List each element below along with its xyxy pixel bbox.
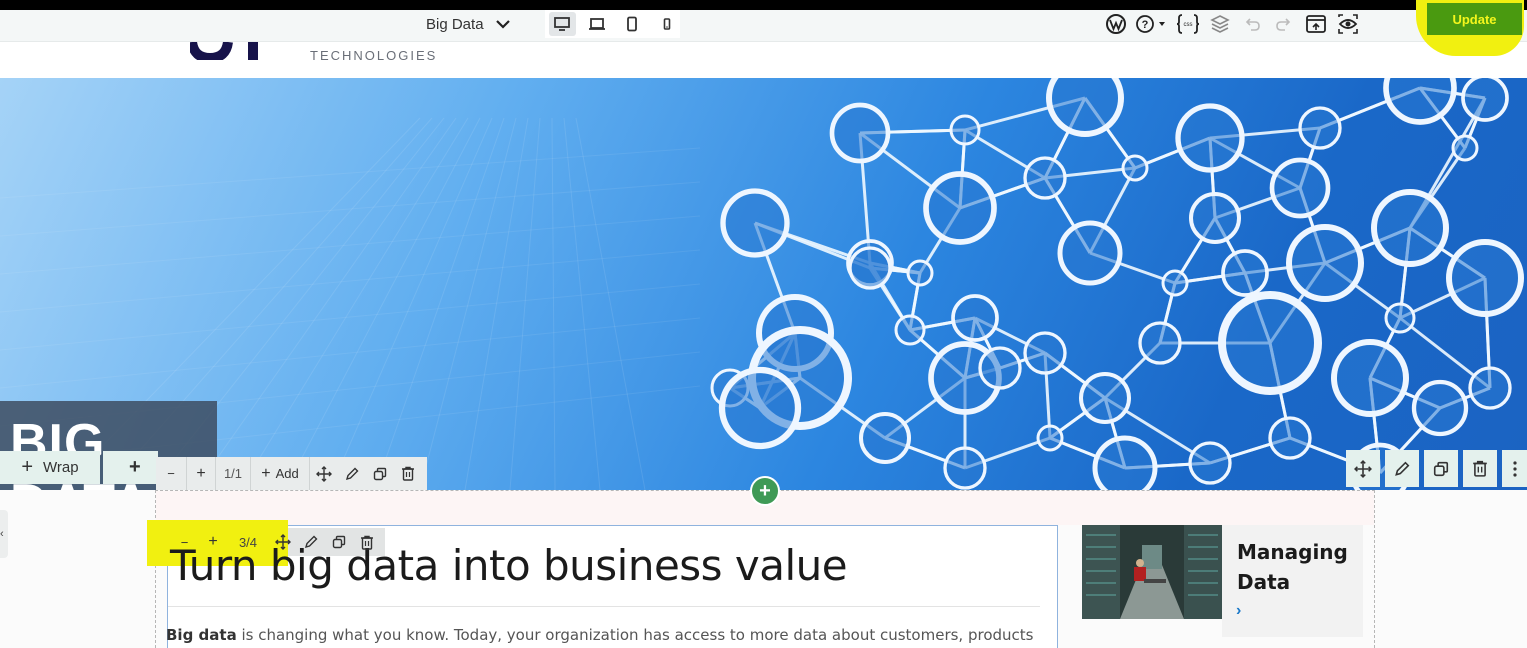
trash-icon[interactable] <box>394 457 422 490</box>
add-section-button[interactable]: + <box>103 451 158 484</box>
section-actions <box>1346 450 1527 487</box>
wrap-button[interactable]: + Wrap <box>0 451 100 484</box>
top-black-strip <box>0 0 1527 10</box>
intro-paragraph: Big data is changing what you know. Toda… <box>166 626 1033 644</box>
column-toolbar: − + 3/4 <box>170 528 384 556</box>
move-icon[interactable] <box>1346 450 1380 487</box>
row-minus-button[interactable]: − <box>156 457 186 490</box>
device-switcher <box>545 10 680 38</box>
laptop-icon[interactable] <box>584 12 611 36</box>
chevron-right-icon[interactable]: › <box>1236 602 1241 620</box>
edit-icon[interactable] <box>338 457 366 490</box>
hero-image: BIG DATA <box>0 78 1527 490</box>
page-title: Big Data <box>426 15 484 33</box>
plus-icon: + <box>261 464 271 482</box>
logo-subtitle: TECHNOLOGIES <box>310 48 438 63</box>
row-toolbar: − + 1/1 + Add <box>156 457 427 490</box>
editor-toolbar: Big Data ? css <box>0 10 1527 42</box>
add-column-button[interactable]: + Add <box>251 457 309 490</box>
svg-text:css: css <box>1184 22 1193 28</box>
intro-bold: Big data <box>166 626 237 644</box>
server-room-image <box>1082 525 1222 619</box>
side-card-title: Managing Data <box>1237 540 1348 594</box>
preview-icon[interactable] <box>1332 10 1364 38</box>
edit-icon[interactable] <box>1385 450 1419 487</box>
chevron-down-icon <box>495 20 510 29</box>
move-icon[interactable] <box>269 528 297 556</box>
layers-icon[interactable] <box>1204 10 1236 38</box>
plus-icon: + <box>129 456 141 478</box>
panel-toggle-tab[interactable]: ‹ <box>0 510 8 558</box>
duplicate-icon[interactable] <box>1424 450 1458 487</box>
svg-text:?: ? <box>1142 19 1149 31</box>
add-element-button[interactable]: + <box>750 476 780 506</box>
right-toolbar: ? css <box>1100 10 1364 38</box>
add-label: Add <box>275 466 299 481</box>
trash-icon[interactable] <box>1463 450 1497 487</box>
update-button[interactable]: Update <box>1427 3 1522 35</box>
mobile-icon[interactable] <box>653 12 680 36</box>
logo-mark <box>190 42 270 60</box>
intro-text: is changing what you know. Today, your o… <box>236 626 1034 644</box>
row-plus-button[interactable]: + <box>187 457 215 490</box>
more-options-icon[interactable] <box>1502 450 1527 487</box>
save-template-icon[interactable] <box>1300 10 1332 38</box>
network-graphic <box>0 78 1524 490</box>
trash-icon[interactable] <box>353 528 381 556</box>
help-icon[interactable]: ? <box>1132 10 1172 38</box>
edit-icon[interactable] <box>297 528 325 556</box>
column-minus-button[interactable]: − <box>170 528 199 556</box>
plus-icon: + <box>21 456 34 478</box>
wrap-label: Wrap <box>43 459 79 476</box>
css-icon[interactable]: css <box>1172 10 1204 38</box>
desktop-icon[interactable] <box>549 12 576 36</box>
page-select[interactable]: Big Data <box>426 10 510 38</box>
column-count: 3/4 <box>238 534 258 550</box>
redo-icon[interactable] <box>1268 10 1300 38</box>
row-count: 1/1 <box>223 466 243 481</box>
duplicate-icon[interactable] <box>325 528 353 556</box>
duplicate-icon[interactable] <box>366 457 394 490</box>
divider-line <box>168 606 1040 607</box>
move-icon[interactable] <box>310 457 338 490</box>
column-plus-button[interactable]: + <box>199 528 227 556</box>
undo-icon[interactable] <box>1236 10 1268 38</box>
tablet-icon[interactable] <box>619 12 646 36</box>
wordpress-icon[interactable] <box>1100 10 1132 38</box>
